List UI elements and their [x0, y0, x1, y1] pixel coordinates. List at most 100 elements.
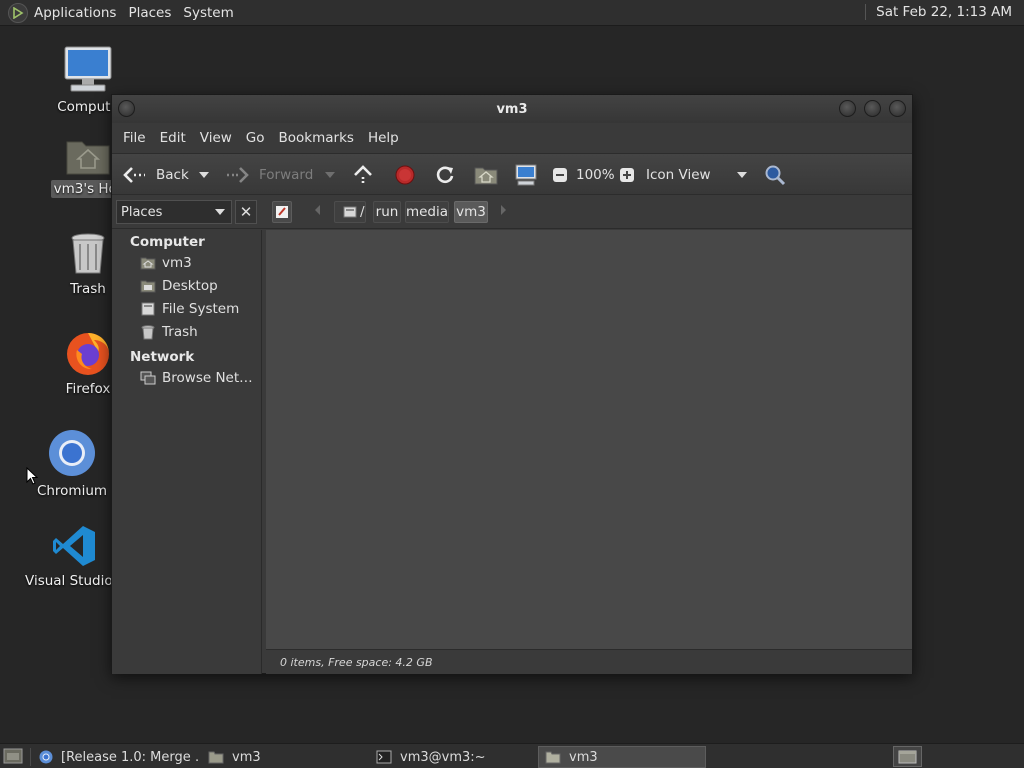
sidebar-item-vm3[interactable]: vm3: [140, 255, 192, 271]
show-desktop-button[interactable]: [3, 747, 23, 766]
search-button[interactable]: [764, 154, 786, 196]
taskbar-item-label: vm3: [569, 749, 598, 765]
back-arrow-icon: [123, 167, 145, 183]
back-button[interactable]: Back: [122, 154, 189, 196]
sidebar-item-desktop[interactable]: Desktop: [140, 278, 218, 294]
taskbar-item-vm3-active[interactable]: vm3: [538, 746, 706, 768]
taskbar-item-terminal[interactable]: vm3@vm3:~: [370, 746, 536, 768]
sidebar-item-label: File System: [162, 301, 240, 317]
chromium-icon: [39, 750, 53, 764]
zoom-in-button[interactable]: [619, 154, 635, 196]
terminal-icon: [376, 750, 392, 764]
sidebar-item-label: vm3: [162, 255, 192, 271]
distro-logo-icon[interactable]: [8, 2, 28, 23]
up-arrow-icon: [354, 165, 372, 183]
workspace-switcher[interactable]: [893, 746, 922, 767]
crumb-media[interactable]: media: [405, 201, 449, 223]
menu-file[interactable]: File: [116, 130, 153, 146]
close-button[interactable]: [889, 100, 906, 117]
filesystem-icon: [343, 206, 357, 218]
sidebar-heading-computer: Computer: [130, 234, 205, 250]
toggle-location-entry-button[interactable]: [272, 201, 292, 223]
chevron-down-icon: [199, 172, 209, 178]
taskbar-item-label: [Release 1.0: Merge …: [61, 749, 199, 765]
reload-button[interactable]: [434, 154, 456, 196]
location-bar: Places ✕ / run media vm3: [112, 195, 912, 229]
show-desktop-icon: [3, 748, 23, 764]
zoom-in-icon: [620, 168, 634, 182]
computer-icon: [515, 164, 537, 186]
clock[interactable]: Sat Feb 22, 1:13 AM: [865, 4, 1012, 20]
taskbar-item-label: vm3@vm3:~: [400, 749, 486, 765]
computer-icon: [38, 46, 138, 94]
maximize-button[interactable]: [864, 100, 881, 117]
crumb-run[interactable]: run: [373, 201, 401, 223]
menu-help[interactable]: Help: [361, 130, 406, 146]
crumb-scroll-left-icon[interactable]: [315, 205, 320, 215]
sidebar-item-trash[interactable]: Trash: [140, 324, 198, 340]
top-panel: Applications Places System Sat Feb 22, 1…: [0, 0, 1024, 26]
window-titlebar[interactable]: vm3: [112, 95, 912, 123]
window-menu-button[interactable]: [118, 100, 135, 117]
places-menu[interactable]: Places: [122, 5, 177, 21]
toolbar: Back Forward 100% Icon View: [112, 153, 912, 195]
search-icon: [765, 165, 786, 186]
minimize-button[interactable]: [839, 100, 856, 117]
sidebar-item-file-system[interactable]: File System: [140, 301, 239, 317]
zoom-out-button[interactable]: [552, 154, 568, 196]
menu-go[interactable]: Go: [239, 130, 272, 146]
close-sidebar-button[interactable]: ✕: [235, 200, 257, 224]
desktop-folder-icon: [140, 278, 156, 294]
up-button[interactable]: [352, 154, 374, 196]
edit-icon: [276, 206, 288, 218]
forward-button[interactable]: Forward: [226, 154, 313, 196]
reload-icon: [436, 166, 454, 184]
forward-label: Forward: [259, 167, 314, 183]
computer-button[interactable]: [514, 154, 538, 196]
system-menu[interactable]: System: [177, 5, 239, 21]
taskbar-item-chromium[interactable]: [Release 1.0: Merge …: [33, 746, 199, 768]
close-icon: ✕: [239, 203, 253, 221]
menu-edit[interactable]: Edit: [153, 130, 193, 146]
chevron-down-icon: [325, 172, 335, 178]
stop-icon: [395, 165, 415, 185]
folder-icon: [545, 750, 561, 764]
view-mode-select[interactable]: Icon View: [646, 154, 711, 196]
back-label: Back: [156, 167, 189, 183]
sidebar-item-browse-network[interactable]: Browse Net…: [140, 370, 253, 386]
crumb-root-separator: /: [360, 204, 365, 220]
taskbar-item-label: vm3: [232, 749, 261, 765]
forward-history-dropdown[interactable]: [324, 154, 336, 196]
workspace-icon: [898, 750, 917, 764]
folder-icon: [208, 750, 224, 764]
sidebar-heading-network: Network: [130, 349, 195, 365]
zoom-level[interactable]: 100%: [576, 154, 615, 196]
view-mode-dropdown[interactable]: [736, 154, 748, 196]
sidebar-type-select[interactable]: Places: [116, 200, 232, 224]
places-sidebar: Computer vm3 Desktop File System Trash N: [112, 230, 262, 674]
home-folder-icon: [474, 167, 498, 185]
zoom-out-icon: [553, 168, 567, 182]
stop-button[interactable]: [394, 154, 416, 196]
taskbar-item-vm3-folder[interactable]: vm3: [202, 746, 368, 768]
desktop-icon-label: Firefox: [65, 381, 111, 397]
file-manager-window[interactable]: vm3 File Edit View Go Bookmarks Help Bac…: [111, 94, 913, 674]
status-bar: 0 items, Free space: 4.2 GB: [266, 649, 912, 674]
menu-view[interactable]: View: [193, 130, 239, 146]
menu-bookmarks[interactable]: Bookmarks: [272, 130, 361, 146]
crumb-scroll-right-icon[interactable]: [501, 205, 506, 215]
home-folder-icon: [140, 255, 156, 271]
bottom-panel: [Release 1.0: Merge … vm3 vm3@vm3:~ vm3: [0, 743, 1024, 768]
desktop-icon-chromium[interactable]: Chromium: [22, 430, 122, 500]
file-view-area[interactable]: [266, 230, 912, 649]
back-history-dropdown[interactable]: [198, 154, 210, 196]
sidebar-item-label: Desktop: [162, 278, 218, 294]
home-button[interactable]: [474, 154, 498, 196]
applications-menu[interactable]: Applications: [28, 5, 122, 21]
desktop-icon-label: Trash: [70, 281, 106, 297]
filesystem-icon: [140, 301, 156, 317]
menubar: File Edit View Go Bookmarks Help: [112, 123, 912, 153]
crumb-vm3[interactable]: vm3: [454, 201, 488, 223]
sidebar-type-label: Places: [121, 204, 163, 220]
chevron-down-icon: [737, 172, 747, 178]
